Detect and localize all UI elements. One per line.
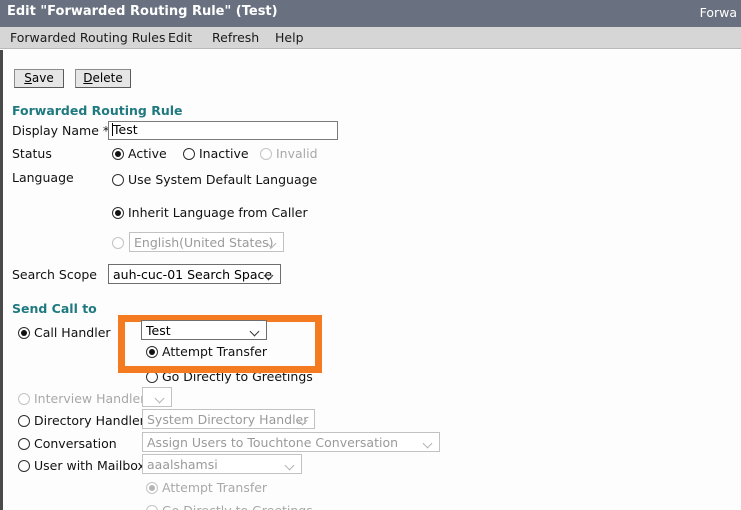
radio-interview-handler-indicator: [18, 392, 30, 405]
radio-inactive-label: Inactive: [199, 146, 249, 161]
language-select-value: English(United States): [134, 234, 274, 250]
chevron-down-icon: [156, 395, 165, 400]
delete-accel: D: [83, 71, 93, 85]
radio-specific-language-indicator: [112, 237, 124, 249]
radio-inherit-indicator[interactable]: [112, 206, 124, 219]
status-label: Status: [12, 146, 52, 161]
call-handler-select-value: Test: [146, 322, 171, 338]
application-window: Edit "Forwarded Routing Rule" (Test) For…: [0, 0, 741, 510]
title-bar-right-text: Forwa: [699, 5, 737, 20]
language-radio-system-default[interactable]: Use System Default Language: [112, 172, 317, 187]
chevron-down-icon: [424, 440, 433, 445]
search-scope-select[interactable]: auh-cuc-01 Search Space: [108, 264, 281, 284]
form-panel: Save Delete Forwarded Routing Rule Displ…: [0, 50, 741, 510]
radio-user-go-directly-greetings-indicator: [146, 504, 158, 510]
language-radio-specific: [112, 237, 124, 249]
radio-user-go-directly-greetings-label: Go Directly to Greetings: [162, 503, 313, 510]
radio-invalid-label: Invalid: [276, 146, 318, 161]
user-with-mailbox-select-value: aaalshamsi: [147, 456, 218, 472]
radio-inherit-label: Inherit Language from Caller: [128, 205, 308, 220]
radio-attempt-transfer-label: Attempt Transfer: [162, 344, 268, 359]
radio-directory-handler-label: Directory Handler: [34, 413, 145, 428]
language-select: English(United States): [129, 232, 284, 252]
page-title: Edit "Forwarded Routing Rule" (Test): [7, 4, 278, 19]
radio-system-default-indicator[interactable]: [112, 173, 124, 186]
save-button[interactable]: Save: [14, 69, 64, 88]
menu-bar: Forwarded Routing Rules Edit Refresh Hel…: [0, 27, 741, 49]
user-with-mailbox-select: aaalshamsi: [142, 454, 302, 474]
radio-go-directly-greetings-indicator[interactable]: [146, 370, 158, 383]
delete-button[interactable]: Delete: [75, 69, 131, 88]
call-handler-select[interactable]: Test: [141, 320, 267, 340]
radio-interview-handler-label: Interview Handler: [34, 391, 146, 406]
interview-handler-select: [142, 387, 172, 407]
directory-handler-select-value: System Directory Handler: [147, 411, 309, 427]
send-call-radio-call-handler[interactable]: Call Handler: [18, 325, 111, 340]
menu-item-refresh[interactable]: Refresh: [212, 30, 259, 45]
status-radio-inactive[interactable]: Inactive: [183, 146, 249, 161]
send-call-radio-conversation[interactable]: Conversation: [18, 436, 117, 451]
section-heading-send-call-to: Send Call to: [12, 301, 97, 316]
radio-conversation-label: Conversation: [34, 436, 117, 451]
radio-call-handler-indicator[interactable]: [18, 326, 30, 339]
user-mailbox-radio-attempt-transfer: Attempt Transfer: [146, 480, 267, 495]
radio-directory-handler-indicator[interactable]: [18, 414, 30, 427]
display-name-label: Display Name *: [12, 123, 110, 138]
radio-user-with-mailbox-indicator[interactable]: [18, 459, 30, 472]
radio-inactive-indicator[interactable]: [183, 147, 195, 160]
display-name-value: Test: [113, 122, 138, 137]
window-title-bar: Edit "Forwarded Routing Rule" (Test) For…: [0, 0, 741, 27]
search-scope-label: Search Scope: [12, 267, 97, 282]
directory-handler-select: System Directory Handler: [142, 409, 315, 429]
section-heading-forwarded-routing-rule: Forwarded Routing Rule: [12, 103, 183, 118]
radio-user-attempt-transfer-label: Attempt Transfer: [162, 480, 268, 495]
radio-system-default-label: Use System Default Language: [128, 172, 318, 187]
radio-user-attempt-transfer-indicator: [146, 481, 158, 494]
menu-item-edit[interactable]: Edit: [168, 30, 192, 45]
menu-item-help[interactable]: Help: [275, 30, 304, 45]
radio-invalid-indicator: [260, 147, 272, 160]
call-handler-radio-attempt-transfer[interactable]: Attempt Transfer: [146, 344, 267, 359]
send-call-radio-directory-handler[interactable]: Directory Handler: [18, 413, 145, 428]
radio-go-directly-greetings-label: Go Directly to Greetings: [162, 369, 313, 384]
radio-active-indicator[interactable]: [112, 147, 124, 160]
save-label: ave: [31, 71, 54, 85]
chevron-down-icon: [286, 462, 295, 467]
radio-call-handler-label: Call Handler: [34, 325, 111, 340]
status-radio-invalid: Invalid: [260, 146, 318, 161]
save-accel: S: [24, 71, 32, 85]
send-call-radio-interview-handler: Interview Handler: [18, 391, 145, 406]
call-handler-radio-go-directly-to-greetings[interactable]: Go Directly to Greetings: [146, 369, 313, 384]
conversation-select-value: Assign Users to Touchtone Conversation: [147, 434, 399, 450]
language-label: Language: [12, 170, 74, 185]
radio-user-with-mailbox-label: User with Mailbox: [34, 458, 145, 473]
radio-conversation-indicator[interactable]: [18, 437, 30, 450]
menu-item-forwarded-routing-rules[interactable]: Forwarded Routing Rules: [10, 30, 166, 45]
radio-attempt-transfer-indicator[interactable]: [146, 345, 158, 358]
user-mailbox-radio-go-directly-to-greetings: Go Directly to Greetings: [146, 503, 313, 510]
search-scope-value: auh-cuc-01 Search Space: [113, 266, 273, 282]
display-name-input[interactable]: Test: [108, 121, 338, 140]
send-call-radio-user-with-mailbox[interactable]: User with Mailbox: [18, 458, 145, 473]
chevron-down-icon: [251, 328, 260, 333]
language-radio-inherit-from-caller[interactable]: Inherit Language from Caller: [112, 205, 308, 220]
delete-label: elete: [92, 71, 123, 85]
status-radio-active[interactable]: Active: [112, 146, 167, 161]
radio-active-label: Active: [128, 146, 167, 161]
conversation-select: Assign Users to Touchtone Conversation: [142, 432, 440, 452]
